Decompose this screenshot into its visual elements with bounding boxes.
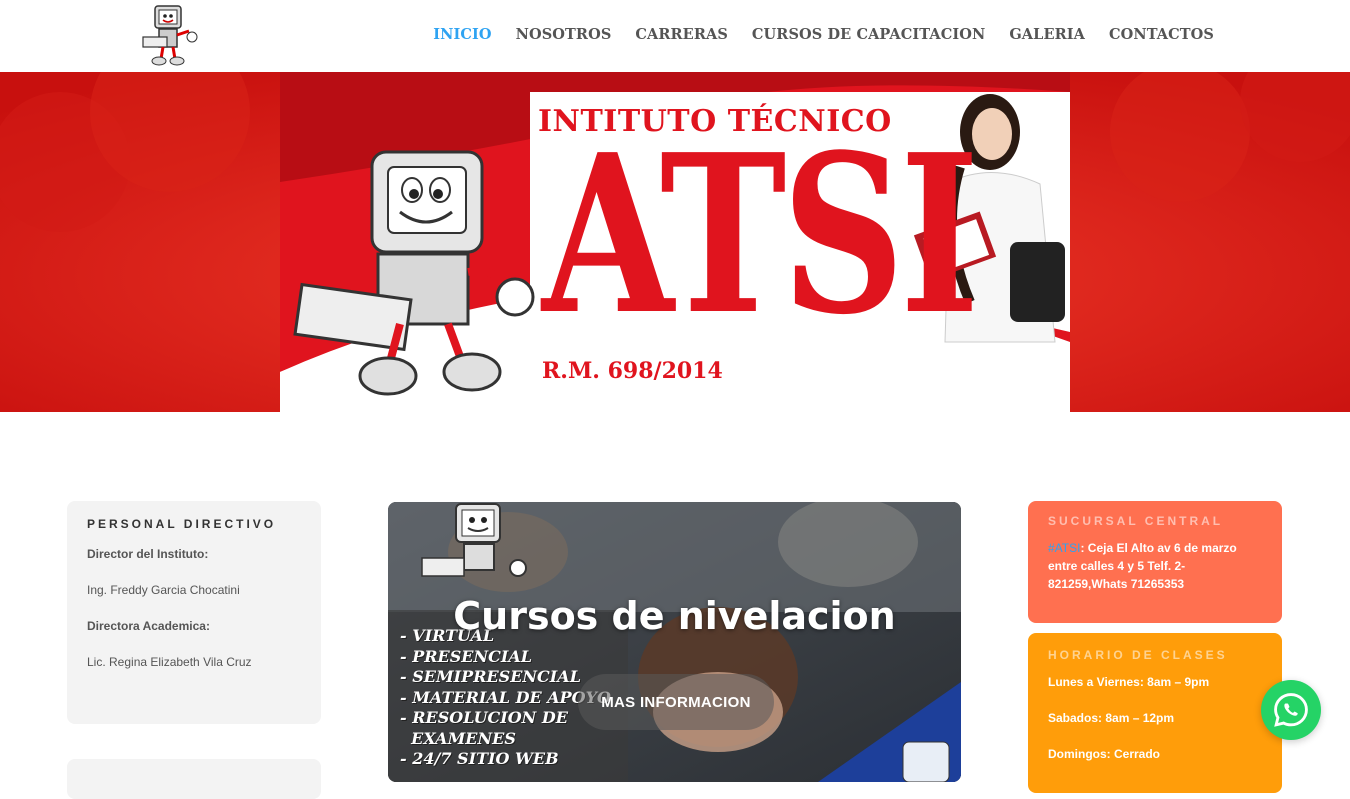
horario-weekdays: Lunes a Viernes: 8am – 9pm xyxy=(1048,675,1210,689)
hashtag-link[interactable]: #ATSI xyxy=(1048,541,1080,555)
horario-saturday: Sabados: 8am – 12pm xyxy=(1048,711,1175,725)
secondary-card xyxy=(67,759,321,799)
device-icon xyxy=(902,741,950,782)
horario-list: Lunes a Viernes: 8am – 9pm Sabados: 8am … xyxy=(1048,673,1262,763)
computer-mascot-icon xyxy=(142,5,198,66)
academic-name: Lic. Regina Elizabeth Vila Cruz xyxy=(87,655,252,669)
feature-item: - 24/7 SITIO WEB xyxy=(400,749,559,768)
card-title: PERSONAL DIRECTIVO xyxy=(87,517,277,531)
nav-inicio[interactable]: INICIO xyxy=(433,26,491,43)
feature-item: - PRESENCIAL xyxy=(400,646,532,666)
feature-item: - SEMIPRESENCIAL xyxy=(400,667,581,686)
nav-galeria[interactable]: GALERIA xyxy=(1009,26,1085,43)
site-header: INICIO NOSOTROS CARRERAS CURSOS DE CAPAC… xyxy=(0,0,1350,72)
feature-item: EXAMENES xyxy=(400,728,516,748)
logo[interactable] xyxy=(137,3,203,69)
nav-contactos[interactable]: CONTACTOS xyxy=(1109,26,1214,43)
horario-sunday: Domingos: Cerrado xyxy=(1048,747,1161,761)
nav-nosotros[interactable]: NOSOTROS xyxy=(516,26,612,43)
nav-cursos-de-capacitacion[interactable]: CURSOS DE CAPACITACION xyxy=(752,26,985,43)
promo-title: Cursos de nivelacion xyxy=(453,594,896,638)
personal-directivo-card: PERSONAL DIRECTIVO Director del Institut… xyxy=(67,501,321,724)
sucursal-address: #ATSI: Ceja El Alto av 6 de marzo entre … xyxy=(1048,539,1262,593)
banner-rm: R.M. 698/2014 xyxy=(542,358,723,384)
horario-title: HORARIO DE CLASES xyxy=(1048,648,1228,662)
promo-card: - VIRTUAL - PRESENCIAL - SEMIPRESENCIAL … xyxy=(388,502,961,782)
whatsapp-button[interactable] xyxy=(1261,680,1321,740)
main-nav: INICIO NOSOTROS CARRERAS CURSOS DE CAPAC… xyxy=(409,26,1214,43)
nav-carreras[interactable]: CARRERAS xyxy=(635,26,728,43)
mas-informacion-button[interactable]: MAS INFORMACION xyxy=(578,674,774,730)
sucursal-card: SUCURSAL CENTRAL #ATSI: Ceja El Alto av … xyxy=(1028,501,1282,623)
hero-image: INTITUTO TÉCNICO ATSI R.M. 698/2014 xyxy=(280,72,1070,412)
director-label: Director del Instituto: xyxy=(87,547,209,561)
academic-label: Directora Academica: xyxy=(87,619,210,633)
director-name: Ing. Freddy Garcia Chocatini xyxy=(87,583,240,597)
banner-brand: ATSI xyxy=(542,107,979,363)
whatsapp-icon xyxy=(1274,693,1308,727)
horario-card: HORARIO DE CLASES Lunes a Viernes: 8am –… xyxy=(1028,633,1282,793)
sucursal-title: SUCURSAL CENTRAL xyxy=(1048,514,1224,528)
hero-banner: INTITUTO TÉCNICO ATSI R.M. 698/2014 xyxy=(0,72,1350,412)
